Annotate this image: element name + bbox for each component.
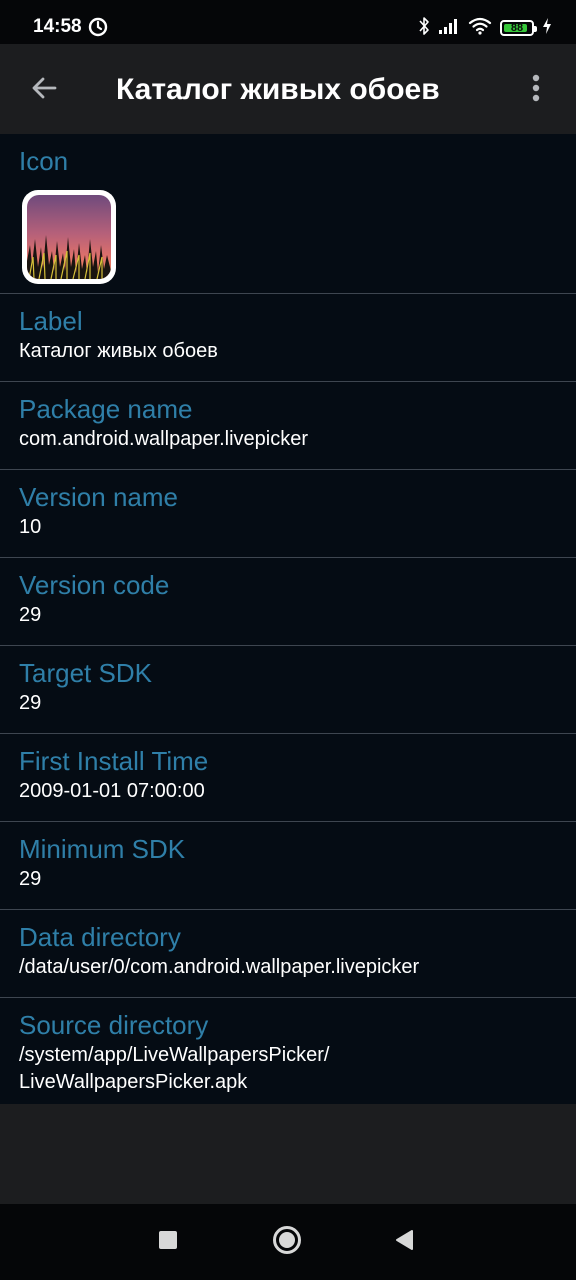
arrow-left-icon <box>30 74 58 107</box>
page-title: Каталог живых обоев <box>116 73 440 106</box>
signal-icon <box>438 17 460 40</box>
detail-row-package-name: Package name com.android.wallpaper.livep… <box>0 382 576 470</box>
detail-value: 2009-01-01 07:00:00 <box>19 780 205 802</box>
detail-row-icon: Icon <box>0 134 576 294</box>
back-button[interactable] <box>20 66 68 114</box>
detail-value: /data/user/0/com.android.wallpaper.livep… <box>19 956 420 978</box>
detail-row-version-code: Version code 29 <box>0 558 576 646</box>
detail-value: /system/app/LiveWallpapersPicker/ LiveWa… <box>19 1044 330 1093</box>
alarm-icon <box>88 17 108 37</box>
detail-row-minimum-sdk: Minimum SDK 29 <box>0 822 576 910</box>
detail-label: Target SDK <box>19 658 152 688</box>
details-list: Icon Label Каталог живых обоев Package n… <box>0 134 576 1104</box>
charging-icon <box>542 17 552 40</box>
detail-row-label: Label Каталог живых обоев <box>0 294 576 382</box>
detail-label: Label <box>19 306 83 336</box>
detail-value: 10 <box>19 516 42 538</box>
detail-row-first-install-time: First Install Time 2009-01-01 07:00:00 <box>0 734 576 822</box>
app-bar: Каталог живых обоев <box>0 44 576 134</box>
detail-label: Package name <box>19 394 193 424</box>
detail-label: Data directory <box>19 922 181 952</box>
more-vert-icon <box>532 74 540 107</box>
recents-square-icon <box>158 1230 178 1255</box>
back-triangle-icon <box>394 1229 414 1256</box>
battery-icon: 88 <box>500 20 537 36</box>
detail-row-source-directory: Source directory /system/app/LiveWallpap… <box>0 998 576 1104</box>
status-bar: 14:58 88 <box>0 0 576 44</box>
detail-value: 29 <box>19 692 42 714</box>
status-icons: 88 <box>418 16 552 40</box>
home-button[interactable] <box>269 1224 305 1260</box>
detail-value: Каталог живых обоев <box>19 340 218 362</box>
detail-label: First Install Time <box>19 746 209 776</box>
wifi-icon <box>468 17 492 40</box>
back-nav-button[interactable] <box>386 1224 422 1260</box>
detail-row-data-directory: Data directory /data/user/0/com.android.… <box>0 910 576 998</box>
detail-label: Icon <box>19 146 69 176</box>
home-circle-icon <box>272 1225 302 1260</box>
recents-button[interactable] <box>150 1224 186 1260</box>
navigation-bar <box>0 1204 576 1280</box>
app-icon <box>22 190 116 284</box>
detail-row-version-name: Version name 10 <box>0 470 576 558</box>
detail-row-target-sdk: Target SDK 29 <box>0 646 576 734</box>
detail-value: 29 <box>19 868 42 890</box>
detail-label: Minimum SDK <box>19 834 186 864</box>
status-time: 14:58 <box>33 16 82 37</box>
more-options-button[interactable] <box>512 66 560 114</box>
screen: 14:58 88 Каталог живых обоев Icon Label … <box>0 0 576 1280</box>
detail-label: Version name <box>19 482 178 512</box>
battery-cap <box>534 26 537 32</box>
battery-level: 88 <box>510 22 524 34</box>
bluetooth-icon <box>418 16 430 41</box>
detail-value: 29 <box>19 604 42 626</box>
detail-value: com.android.wallpaper.livepicker <box>19 428 309 450</box>
detail-label: Source directory <box>19 1010 209 1040</box>
detail-label: Version code <box>19 570 170 600</box>
